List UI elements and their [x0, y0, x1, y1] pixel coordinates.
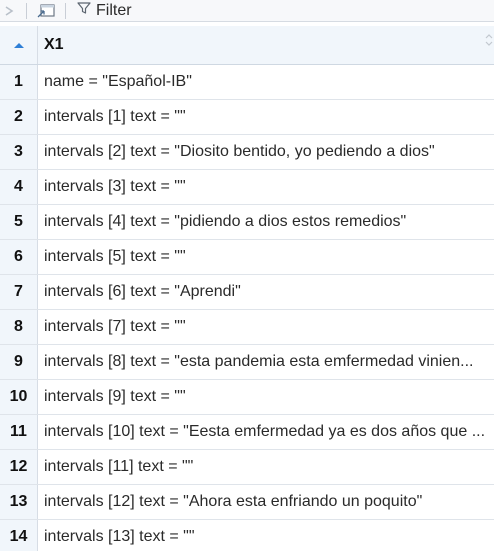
- table-row[interactable]: 2 intervals [1] text = "": [0, 100, 494, 135]
- column-header-label: X1: [44, 36, 64, 53]
- table-cell[interactable]: intervals [6] text = "Aprendi": [38, 275, 494, 309]
- row-index: 4: [0, 170, 38, 204]
- data-grid: X1 1 name = "Español-IB" 2 intervals [1]…: [0, 26, 494, 551]
- sort-ascending-icon[interactable]: [13, 36, 25, 54]
- table-cell[interactable]: intervals [10] text = "Eesta emfermedad …: [38, 415, 494, 449]
- popout-window-icon[interactable]: [33, 0, 59, 22]
- row-index: 13: [0, 485, 38, 519]
- table-cell[interactable]: intervals [3] text = "": [38, 170, 494, 204]
- row-index: 8: [0, 310, 38, 344]
- row-index: 10: [0, 380, 38, 414]
- data-viewer-toolbar: Filter: [0, 0, 494, 22]
- sort-toggle-icon[interactable]: [484, 32, 494, 53]
- table-cell[interactable]: intervals [13] text = "": [38, 520, 494, 551]
- toolbar-divider: [26, 2, 27, 19]
- table-cell[interactable]: name = "Español-IB": [38, 65, 494, 99]
- table-cell[interactable]: intervals [11] text = "": [38, 450, 494, 484]
- row-index: 11: [0, 415, 38, 449]
- table-row[interactable]: 4 intervals [3] text = "": [0, 170, 494, 205]
- table-cell[interactable]: intervals [8] text = "esta pandemia esta…: [38, 345, 494, 379]
- column-header-x1[interactable]: X1: [38, 26, 494, 64]
- row-index: 2: [0, 100, 38, 134]
- table-row[interactable]: 8 intervals [7] text = "": [0, 310, 494, 345]
- table-cell[interactable]: intervals [4] text = "pidiendo a dios es…: [38, 205, 494, 239]
- table-cell[interactable]: intervals [5] text = "": [38, 240, 494, 274]
- table-row[interactable]: 3 intervals [2] text = "Diosito bentido,…: [0, 135, 494, 170]
- row-index: 6: [0, 240, 38, 274]
- forward-arrow-icon[interactable]: [0, 0, 20, 22]
- grid-header: X1: [0, 26, 494, 65]
- row-index: 9: [0, 345, 38, 379]
- table-row[interactable]: 14 intervals [13] text = "": [0, 520, 494, 551]
- table-row[interactable]: 5 intervals [4] text = "pidiendo a dios …: [0, 205, 494, 240]
- table-row[interactable]: 9 intervals [8] text = "esta pandemia es…: [0, 345, 494, 380]
- filter-funnel-icon: [76, 0, 92, 21]
- table-cell[interactable]: intervals [9] text = "": [38, 380, 494, 414]
- table-row[interactable]: 1 name = "Español-IB": [0, 65, 494, 100]
- row-index: 5: [0, 205, 38, 239]
- filter-label: Filter: [96, 1, 132, 19]
- row-index-header[interactable]: [0, 26, 38, 64]
- toolbar-divider: [65, 2, 66, 19]
- row-index: 3: [0, 135, 38, 169]
- grid-body: 1 name = "Español-IB" 2 intervals [1] te…: [0, 65, 494, 551]
- table-row[interactable]: 7 intervals [6] text = "Aprendi": [0, 275, 494, 310]
- table-cell[interactable]: intervals [7] text = "": [38, 310, 494, 344]
- row-index: 12: [0, 450, 38, 484]
- row-index: 14: [0, 520, 38, 551]
- table-row[interactable]: 6 intervals [5] text = "": [0, 240, 494, 275]
- table-row[interactable]: 13 intervals [12] text = "Ahora esta enf…: [0, 485, 494, 520]
- table-cell[interactable]: intervals [2] text = "Diosito bentido, y…: [38, 135, 494, 169]
- table-row[interactable]: 10 intervals [9] text = "": [0, 380, 494, 415]
- table-row[interactable]: 11 intervals [10] text = "Eesta emfermed…: [0, 415, 494, 450]
- row-index: 7: [0, 275, 38, 309]
- row-index: 1: [0, 65, 38, 99]
- table-cell[interactable]: intervals [1] text = "": [38, 100, 494, 134]
- filter-button[interactable]: Filter: [72, 0, 132, 22]
- table-cell[interactable]: intervals [12] text = "Ahora esta enfria…: [38, 485, 494, 519]
- table-row[interactable]: 12 intervals [11] text = "": [0, 450, 494, 485]
